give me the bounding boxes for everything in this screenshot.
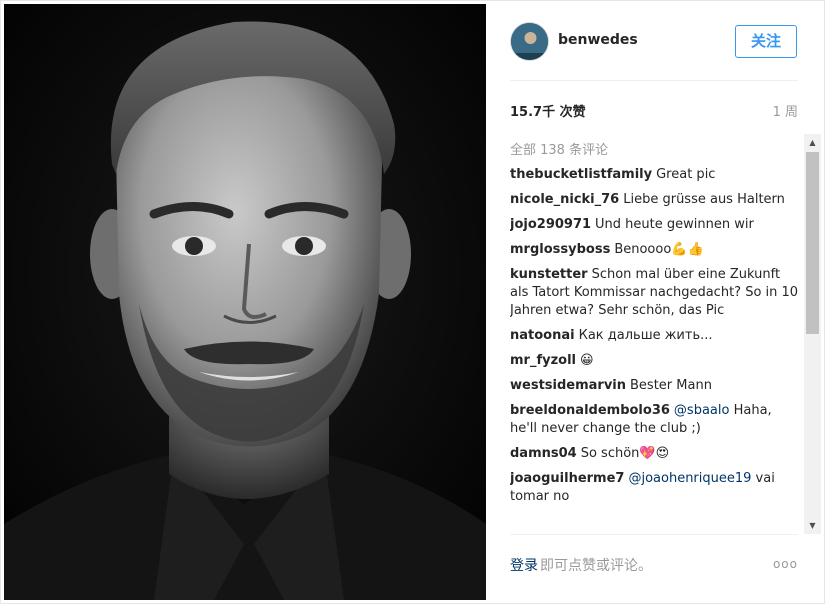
avatar-image [511, 23, 548, 60]
comment-username-link[interactable]: westsidemarvin [510, 378, 626, 393]
comment-mention-link[interactable]: @joaohenriquee19 [628, 471, 751, 486]
comment-item: joaoguilherme7 @joaohenriquee19 vai tomar… [510, 470, 800, 506]
comment-username-link[interactable]: breeldonaldembolo36 [510, 403, 670, 418]
comment-item: damns04 So schön💖😍 [510, 445, 800, 463]
comment-username-link[interactable]: mrglossyboss [510, 242, 610, 257]
header-divider [510, 80, 798, 81]
comment-text: 😀 [580, 353, 594, 368]
comment-username-link[interactable]: joaoguilherme7 [510, 471, 624, 486]
comment-text: Как дальше жить... [578, 328, 713, 343]
footer-divider [510, 534, 798, 535]
comment-item: mr_fyzoll 😀 [510, 352, 800, 370]
comment-text: So schön💖😍 [580, 446, 670, 461]
scroll-down-arrow-icon[interactable]: ▼ [804, 517, 821, 534]
view-all-comments-link[interactable]: 全部 138 条评论 [510, 139, 806, 158]
post-modal: benwedes 关注 15.7千 次赞 1 周 全部 138 条评论 theb… [0, 0, 825, 604]
avatar[interactable] [510, 22, 549, 61]
comment-item: breeldonaldembolo36 @sbaalo Haha, he'll n… [510, 402, 800, 438]
comment-item: mrglossyboss Benoooo💪👍 [510, 241, 800, 259]
post-side-panel: benwedes 关注 15.7千 次赞 1 周 全部 138 条评论 theb… [486, 1, 825, 604]
comments-scrollbar[interactable]: ▲ ▼ [804, 134, 821, 534]
comment-text: Liebe grüsse aus Haltern [623, 192, 785, 207]
comment-item: kunstetter Schon mal über eine Zukunft al… [510, 266, 800, 320]
portrait-image [4, 4, 486, 600]
post-header: benwedes 关注 [510, 20, 798, 64]
comment-username-link[interactable]: nicole_nicki_76 [510, 192, 619, 207]
comment-mention-link[interactable]: @sbaalo [674, 403, 730, 418]
comment-text: Great pic [656, 167, 716, 182]
likes-row: 15.7千 次赞 1 周 [510, 101, 798, 121]
post-photo[interactable] [4, 4, 486, 600]
scroll-up-arrow-icon[interactable]: ▲ [804, 134, 821, 151]
login-link[interactable]: 登录 [510, 558, 538, 574]
comment-username-link[interactable]: natoonai [510, 328, 575, 343]
scroll-thumb[interactable] [806, 152, 819, 334]
comment-username-link[interactable]: jojo290971 [510, 217, 591, 232]
comment-text: Und heute gewinnen wir [595, 217, 754, 232]
post-footer: 登录 即可点赞或评论。 ooo [510, 555, 798, 579]
comment-item: jojo290971 Und heute gewinnen wir [510, 216, 800, 234]
comment-text: Benoooo💪👍 [614, 242, 704, 257]
comment-item: westsidemarvin Bester Mann [510, 377, 800, 395]
comment-item: nicole_nicki_76 Liebe grüsse aus Haltern [510, 191, 800, 209]
post-time[interactable]: 1 周 [773, 101, 798, 120]
more-options-icon[interactable]: ooo [773, 557, 798, 571]
username-link[interactable]: benwedes [558, 32, 638, 48]
comment-username-link[interactable]: mr_fyzoll [510, 353, 576, 368]
comment-username-link[interactable]: damns04 [510, 446, 577, 461]
follow-button[interactable]: 关注 [735, 25, 797, 58]
likes-count[interactable]: 15.7千 次赞 [510, 101, 586, 120]
login-hint: 即可点赞或评论。 [540, 558, 652, 574]
comments-list: 全部 138 条评论 thebucketlistfamily Great pic n… [510, 137, 806, 531]
comment-text: Bester Mann [630, 378, 712, 393]
comment-username-link[interactable]: thebucketlistfamily [510, 167, 652, 182]
comment-username-link[interactable]: kunstetter [510, 267, 588, 282]
comment-item: thebucketlistfamily Great pic [510, 166, 800, 184]
comment-item: natoonai Как дальше жить... [510, 327, 800, 345]
